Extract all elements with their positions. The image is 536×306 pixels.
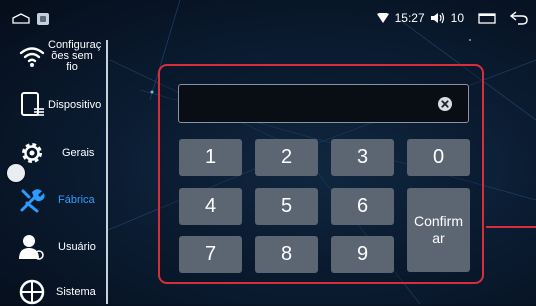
volume-icon[interactable] (430, 12, 445, 24)
sidebar-item-user[interactable]: Usuário (0, 232, 104, 262)
sidebar-scroll-handle[interactable] (7, 164, 25, 182)
volume-level-text: 10 (450, 11, 464, 25)
sidebar-item-label: Usuário (58, 240, 96, 253)
highlight-callout-line (486, 226, 536, 228)
sidebar-item-label: Fábrica (58, 193, 95, 206)
key-0[interactable]: 0 (407, 139, 470, 176)
wifi-signal-icon (376, 13, 389, 23)
key-7[interactable]: 7 (179, 236, 242, 273)
status-indicators: 15:27 10 (376, 9, 528, 27)
system-icon (19, 279, 45, 305)
password-input[interactable] (178, 84, 469, 123)
key-4[interactable]: 4 (179, 188, 242, 225)
clock-text: 15:27 (394, 11, 425, 25)
back-arrow-icon[interactable] (510, 11, 528, 25)
key-2[interactable]: 2 (255, 139, 318, 176)
sidebar-item-wireless[interactable]: Configuraç ões sem fio (0, 34, 104, 78)
sidebar-item-system[interactable]: Sistema (0, 278, 104, 306)
clear-icon[interactable] (438, 97, 452, 111)
key-6[interactable]: 6 (331, 188, 394, 225)
sidebar-item-label: Sistema (56, 285, 96, 298)
sidebar-item-label: Gerais (62, 146, 95, 159)
key-1[interactable]: 1 (179, 139, 242, 176)
key-9[interactable]: 9 (331, 236, 394, 273)
confirm-button[interactable]: Confirm ar (407, 188, 470, 272)
sidebar-item-device[interactable]: Dispositivo (0, 90, 104, 120)
wifi-icon (19, 47, 45, 67)
recent-apps-icon[interactable] (478, 12, 496, 24)
gear-icon (22, 143, 42, 163)
device-icon (21, 92, 44, 116)
key-5[interactable]: 5 (255, 188, 318, 225)
sidebar-item-label: Configuraç ões sem fio (48, 38, 102, 73)
home-icon[interactable] (12, 13, 30, 24)
status-bar: 15:27 10 (0, 0, 536, 34)
sidebar-divider (106, 40, 108, 304)
key-8[interactable]: 8 (255, 236, 318, 273)
app-thumbnail-icon[interactable] (37, 13, 49, 25)
sidebar-item-label: Dispositivo (48, 98, 102, 111)
user-icon (19, 235, 44, 260)
tools-icon (20, 189, 45, 213)
sidebar-item-factory[interactable]: Fábrica (0, 185, 104, 215)
key-3[interactable]: 3 (331, 139, 394, 176)
